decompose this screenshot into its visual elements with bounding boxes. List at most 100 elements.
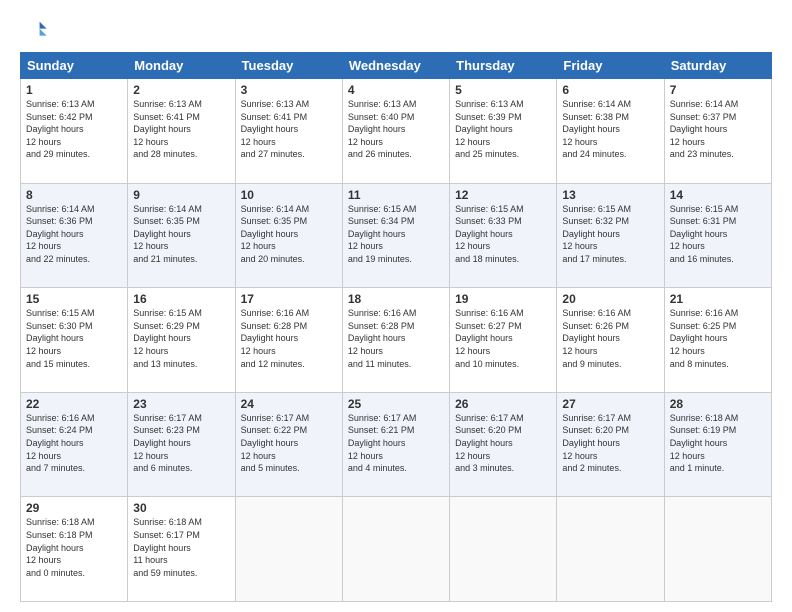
day-info: Sunrise: 6:13 AMSunset: 6:42 PMDaylight … [26,98,122,161]
day-number: 25 [348,397,444,411]
day-number: 15 [26,292,122,306]
calendar-cell: 27Sunrise: 6:17 AMSunset: 6:20 PMDayligh… [557,392,664,497]
calendar-cell: 14Sunrise: 6:15 AMSunset: 6:31 PMDayligh… [664,183,771,288]
calendar-cell [557,497,664,602]
calendar-row-1: 1Sunrise: 6:13 AMSunset: 6:42 PMDaylight… [21,79,772,184]
calendar-cell: 13Sunrise: 6:15 AMSunset: 6:32 PMDayligh… [557,183,664,288]
calendar-row-2: 8Sunrise: 6:14 AMSunset: 6:36 PMDaylight… [21,183,772,288]
page: SundayMondayTuesdayWednesdayThursdayFrid… [0,0,792,612]
calendar-cell: 18Sunrise: 6:16 AMSunset: 6:28 PMDayligh… [342,288,449,393]
calendar-cell: 28Sunrise: 6:18 AMSunset: 6:19 PMDayligh… [664,392,771,497]
day-number: 21 [670,292,766,306]
calendar-cell: 8Sunrise: 6:14 AMSunset: 6:36 PMDaylight… [21,183,128,288]
calendar-row-4: 22Sunrise: 6:16 AMSunset: 6:24 PMDayligh… [21,392,772,497]
calendar-cell: 21Sunrise: 6:16 AMSunset: 6:25 PMDayligh… [664,288,771,393]
calendar-cell [235,497,342,602]
col-header-monday: Monday [128,53,235,79]
header [20,16,772,44]
day-info: Sunrise: 6:13 AMSunset: 6:40 PMDaylight … [348,98,444,161]
day-info: Sunrise: 6:15 AMSunset: 6:30 PMDaylight … [26,307,122,370]
day-number: 17 [241,292,337,306]
day-info: Sunrise: 6:15 AMSunset: 6:31 PMDaylight … [670,203,766,266]
calendar-cell: 25Sunrise: 6:17 AMSunset: 6:21 PMDayligh… [342,392,449,497]
calendar-cell: 7Sunrise: 6:14 AMSunset: 6:37 PMDaylight… [664,79,771,184]
calendar-cell: 1Sunrise: 6:13 AMSunset: 6:42 PMDaylight… [21,79,128,184]
calendar-cell: 5Sunrise: 6:13 AMSunset: 6:39 PMDaylight… [450,79,557,184]
day-info: Sunrise: 6:17 AMSunset: 6:23 PMDaylight … [133,412,229,475]
day-info: Sunrise: 6:14 AMSunset: 6:38 PMDaylight … [562,98,658,161]
calendar-cell: 4Sunrise: 6:13 AMSunset: 6:40 PMDaylight… [342,79,449,184]
day-info: Sunrise: 6:17 AMSunset: 6:21 PMDaylight … [348,412,444,475]
day-number: 14 [670,188,766,202]
logo-icon [20,16,48,44]
day-number: 29 [26,501,122,515]
day-number: 8 [26,188,122,202]
day-number: 20 [562,292,658,306]
day-info: Sunrise: 6:13 AMSunset: 6:39 PMDaylight … [455,98,551,161]
col-header-tuesday: Tuesday [235,53,342,79]
day-number: 26 [455,397,551,411]
day-number: 24 [241,397,337,411]
calendar-header-row: SundayMondayTuesdayWednesdayThursdayFrid… [21,53,772,79]
col-header-saturday: Saturday [664,53,771,79]
calendar-cell [342,497,449,602]
day-number: 1 [26,83,122,97]
day-number: 6 [562,83,658,97]
calendar-cell: 30Sunrise: 6:18 AMSunset: 6:17 PMDayligh… [128,497,235,602]
day-info: Sunrise: 6:18 AMSunset: 6:19 PMDaylight … [670,412,766,475]
day-info: Sunrise: 6:15 AMSunset: 6:33 PMDaylight … [455,203,551,266]
calendar-row-3: 15Sunrise: 6:15 AMSunset: 6:30 PMDayligh… [21,288,772,393]
calendar-cell: 12Sunrise: 6:15 AMSunset: 6:33 PMDayligh… [450,183,557,288]
day-info: Sunrise: 6:13 AMSunset: 6:41 PMDaylight … [133,98,229,161]
calendar-cell [664,497,771,602]
calendar-cell: 16Sunrise: 6:15 AMSunset: 6:29 PMDayligh… [128,288,235,393]
day-info: Sunrise: 6:15 AMSunset: 6:32 PMDaylight … [562,203,658,266]
col-header-friday: Friday [557,53,664,79]
day-number: 7 [670,83,766,97]
calendar-cell: 15Sunrise: 6:15 AMSunset: 6:30 PMDayligh… [21,288,128,393]
calendar-cell: 22Sunrise: 6:16 AMSunset: 6:24 PMDayligh… [21,392,128,497]
day-number: 27 [562,397,658,411]
day-info: Sunrise: 6:14 AMSunset: 6:35 PMDaylight … [133,203,229,266]
calendar-cell: 10Sunrise: 6:14 AMSunset: 6:35 PMDayligh… [235,183,342,288]
day-number: 11 [348,188,444,202]
calendar-cell: 11Sunrise: 6:15 AMSunset: 6:34 PMDayligh… [342,183,449,288]
day-info: Sunrise: 6:16 AMSunset: 6:27 PMDaylight … [455,307,551,370]
day-number: 30 [133,501,229,515]
calendar-cell: 20Sunrise: 6:16 AMSunset: 6:26 PMDayligh… [557,288,664,393]
day-info: Sunrise: 6:14 AMSunset: 6:35 PMDaylight … [241,203,337,266]
calendar-cell [450,497,557,602]
day-number: 4 [348,83,444,97]
day-number: 28 [670,397,766,411]
day-number: 18 [348,292,444,306]
day-number: 12 [455,188,551,202]
day-number: 13 [562,188,658,202]
day-info: Sunrise: 6:18 AMSunset: 6:18 PMDaylight … [26,516,122,579]
day-info: Sunrise: 6:17 AMSunset: 6:22 PMDaylight … [241,412,337,475]
day-number: 22 [26,397,122,411]
calendar-cell: 19Sunrise: 6:16 AMSunset: 6:27 PMDayligh… [450,288,557,393]
calendar-cell: 2Sunrise: 6:13 AMSunset: 6:41 PMDaylight… [128,79,235,184]
day-number: 16 [133,292,229,306]
day-info: Sunrise: 6:14 AMSunset: 6:37 PMDaylight … [670,98,766,161]
day-number: 23 [133,397,229,411]
calendar-cell: 6Sunrise: 6:14 AMSunset: 6:38 PMDaylight… [557,79,664,184]
day-info: Sunrise: 6:16 AMSunset: 6:28 PMDaylight … [241,307,337,370]
calendar-cell: 29Sunrise: 6:18 AMSunset: 6:18 PMDayligh… [21,497,128,602]
col-header-thursday: Thursday [450,53,557,79]
day-number: 2 [133,83,229,97]
day-info: Sunrise: 6:17 AMSunset: 6:20 PMDaylight … [455,412,551,475]
calendar-row-5: 29Sunrise: 6:18 AMSunset: 6:18 PMDayligh… [21,497,772,602]
day-number: 3 [241,83,337,97]
day-info: Sunrise: 6:13 AMSunset: 6:41 PMDaylight … [241,98,337,161]
day-number: 9 [133,188,229,202]
day-info: Sunrise: 6:16 AMSunset: 6:25 PMDaylight … [670,307,766,370]
day-info: Sunrise: 6:16 AMSunset: 6:24 PMDaylight … [26,412,122,475]
calendar-cell: 17Sunrise: 6:16 AMSunset: 6:28 PMDayligh… [235,288,342,393]
calendar-cell: 24Sunrise: 6:17 AMSunset: 6:22 PMDayligh… [235,392,342,497]
col-header-sunday: Sunday [21,53,128,79]
day-info: Sunrise: 6:15 AMSunset: 6:29 PMDaylight … [133,307,229,370]
col-header-wednesday: Wednesday [342,53,449,79]
day-info: Sunrise: 6:16 AMSunset: 6:26 PMDaylight … [562,307,658,370]
day-info: Sunrise: 6:18 AMSunset: 6:17 PMDaylight … [133,516,229,579]
